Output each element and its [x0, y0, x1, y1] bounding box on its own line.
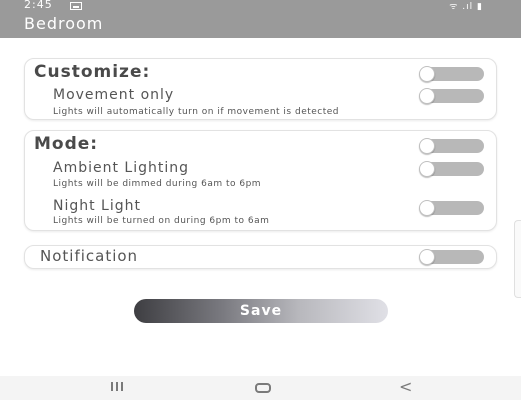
toggle-knob [419, 161, 435, 177]
app-bar: Bedroom [0, 12, 521, 38]
movement-only-toggle[interactable] [419, 88, 484, 104]
toggle-knob [419, 138, 435, 154]
customize-toggle[interactable] [419, 66, 484, 82]
toggle-knob [419, 249, 435, 265]
mode-card: Mode: Ambient Lighting Lights will be di… [24, 130, 497, 231]
toggle-knob [419, 88, 435, 104]
notification-card: Notification [24, 245, 497, 269]
customize-card: Customize: Movement only Lights will aut… [24, 58, 497, 120]
mode-title: Mode: [34, 134, 99, 154]
movement-only-description: Lights will automatically turn on if mov… [53, 107, 340, 117]
home-icon[interactable] [255, 383, 271, 393]
notification-toggle[interactable] [419, 249, 484, 265]
night-light-description: Lights will be turned on during 6pm to 6… [53, 216, 270, 226]
navigation-bar: < [0, 376, 521, 400]
ambient-lighting-toggle[interactable] [419, 161, 484, 177]
ambient-lighting-label: Ambient Lighting [53, 160, 190, 176]
status-bar: 2:45 ᯤ .ıl ▮ [0, 0, 521, 12]
night-light-toggle[interactable] [419, 200, 484, 216]
page-title: Bedroom [24, 14, 104, 33]
mode-toggle[interactable] [419, 138, 484, 154]
notification-label: Notification [40, 247, 139, 265]
status-time: 2:45 [24, 0, 53, 11]
recents-icon[interactable] [111, 382, 125, 393]
back-icon[interactable]: < [399, 377, 412, 396]
toggle-knob [419, 200, 435, 216]
toggle-knob [419, 66, 435, 82]
image-notification-icon [70, 2, 82, 10]
movement-only-label: Movement only [53, 87, 175, 103]
ambient-lighting-description: Lights will be dimmed during 6am to 6pm [53, 179, 262, 189]
edge-panel-handle[interactable] [514, 220, 521, 298]
customize-title: Customize: [34, 62, 151, 82]
night-light-label: Night Light [53, 198, 141, 214]
save-button[interactable]: Save [134, 299, 388, 323]
